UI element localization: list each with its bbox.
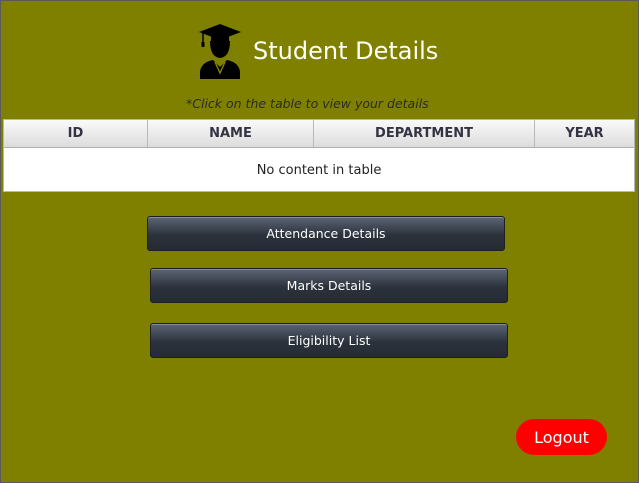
table-header: ID NAME DEPARTMENT YEAR	[4, 120, 634, 148]
marks-details-button[interactable]: Marks Details	[150, 268, 508, 303]
column-header-name[interactable]: NAME	[148, 120, 314, 147]
graduate-icon	[199, 24, 241, 79]
column-header-year[interactable]: YEAR	[535, 120, 634, 147]
table-hint: *Click on the table to view your details	[186, 96, 429, 111]
attendance-details-button[interactable]: Attendance Details	[147, 216, 505, 251]
table-empty-message: No content in table	[256, 163, 382, 178]
logout-button[interactable]: Logout	[516, 419, 607, 455]
student-table[interactable]: ID NAME DEPARTMENT YEAR No content in ta…	[3, 119, 635, 192]
page-title: Student Details	[253, 37, 439, 65]
eligibility-list-button[interactable]: Eligibility List	[150, 323, 508, 358]
column-header-department[interactable]: DEPARTMENT	[314, 120, 535, 147]
student-details-window: Student Details *Click on the table to v…	[0, 0, 639, 483]
column-header-id[interactable]: ID	[4, 120, 148, 147]
